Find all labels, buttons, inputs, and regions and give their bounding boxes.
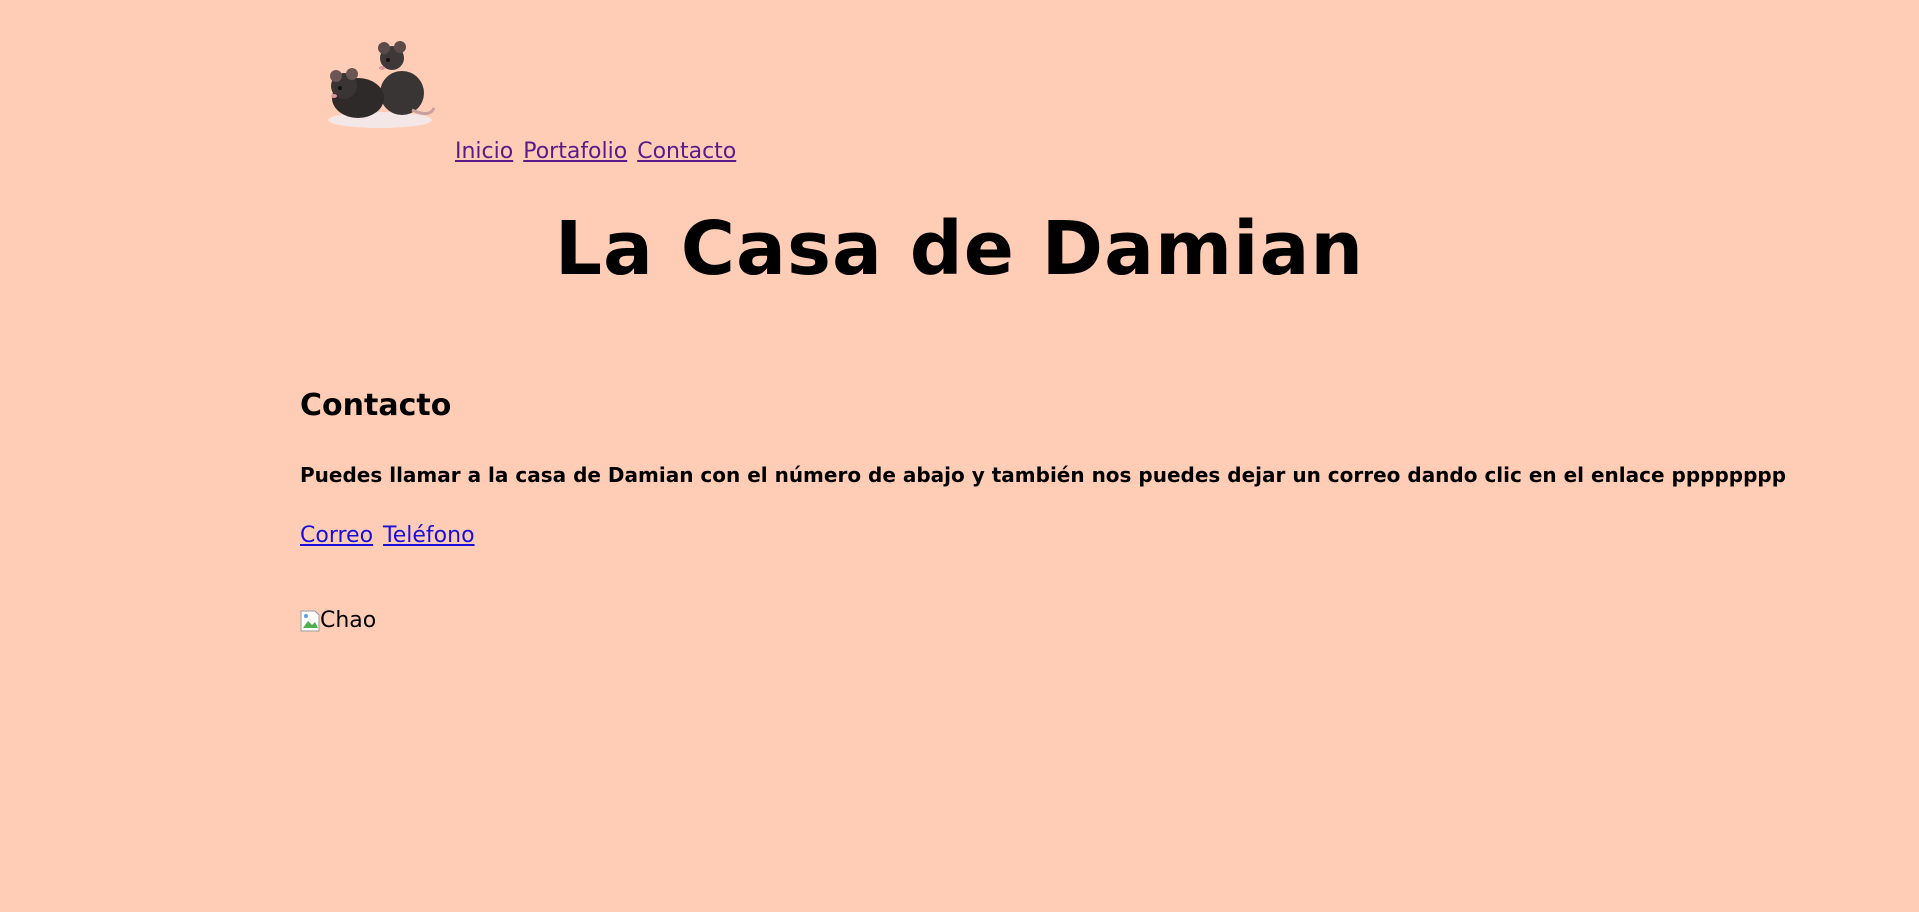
footer-image-alt: Chao: [320, 608, 377, 633]
email-link[interactable]: Correo: [300, 523, 373, 548]
footer-image: Chao: [300, 607, 376, 635]
site-title: La Casa de Damian: [554, 206, 1365, 292]
section-title: Contacto: [300, 388, 452, 423]
rats-logo: [328, 41, 436, 128]
main-nav: Inicio Portafolio Contacto: [455, 138, 739, 166]
contact-links: Correo Teléfono: [300, 522, 478, 550]
nav-link-inicio[interactable]: Inicio: [455, 139, 513, 164]
page: Inicio Portafolio Contacto La Casa de Da…: [300, 0, 1786, 633]
contact-description: Puedes llamar a la casa de Damian con el…: [300, 463, 1787, 487]
header: Inicio Portafolio Contacto: [300, 0, 1700, 170]
broken-image-icon: [300, 610, 320, 632]
nav-link-contacto[interactable]: Contacto: [637, 139, 736, 164]
nav-link-portafolio[interactable]: Portafolio: [523, 139, 627, 164]
phone-link[interactable]: Teléfono: [383, 523, 475, 548]
